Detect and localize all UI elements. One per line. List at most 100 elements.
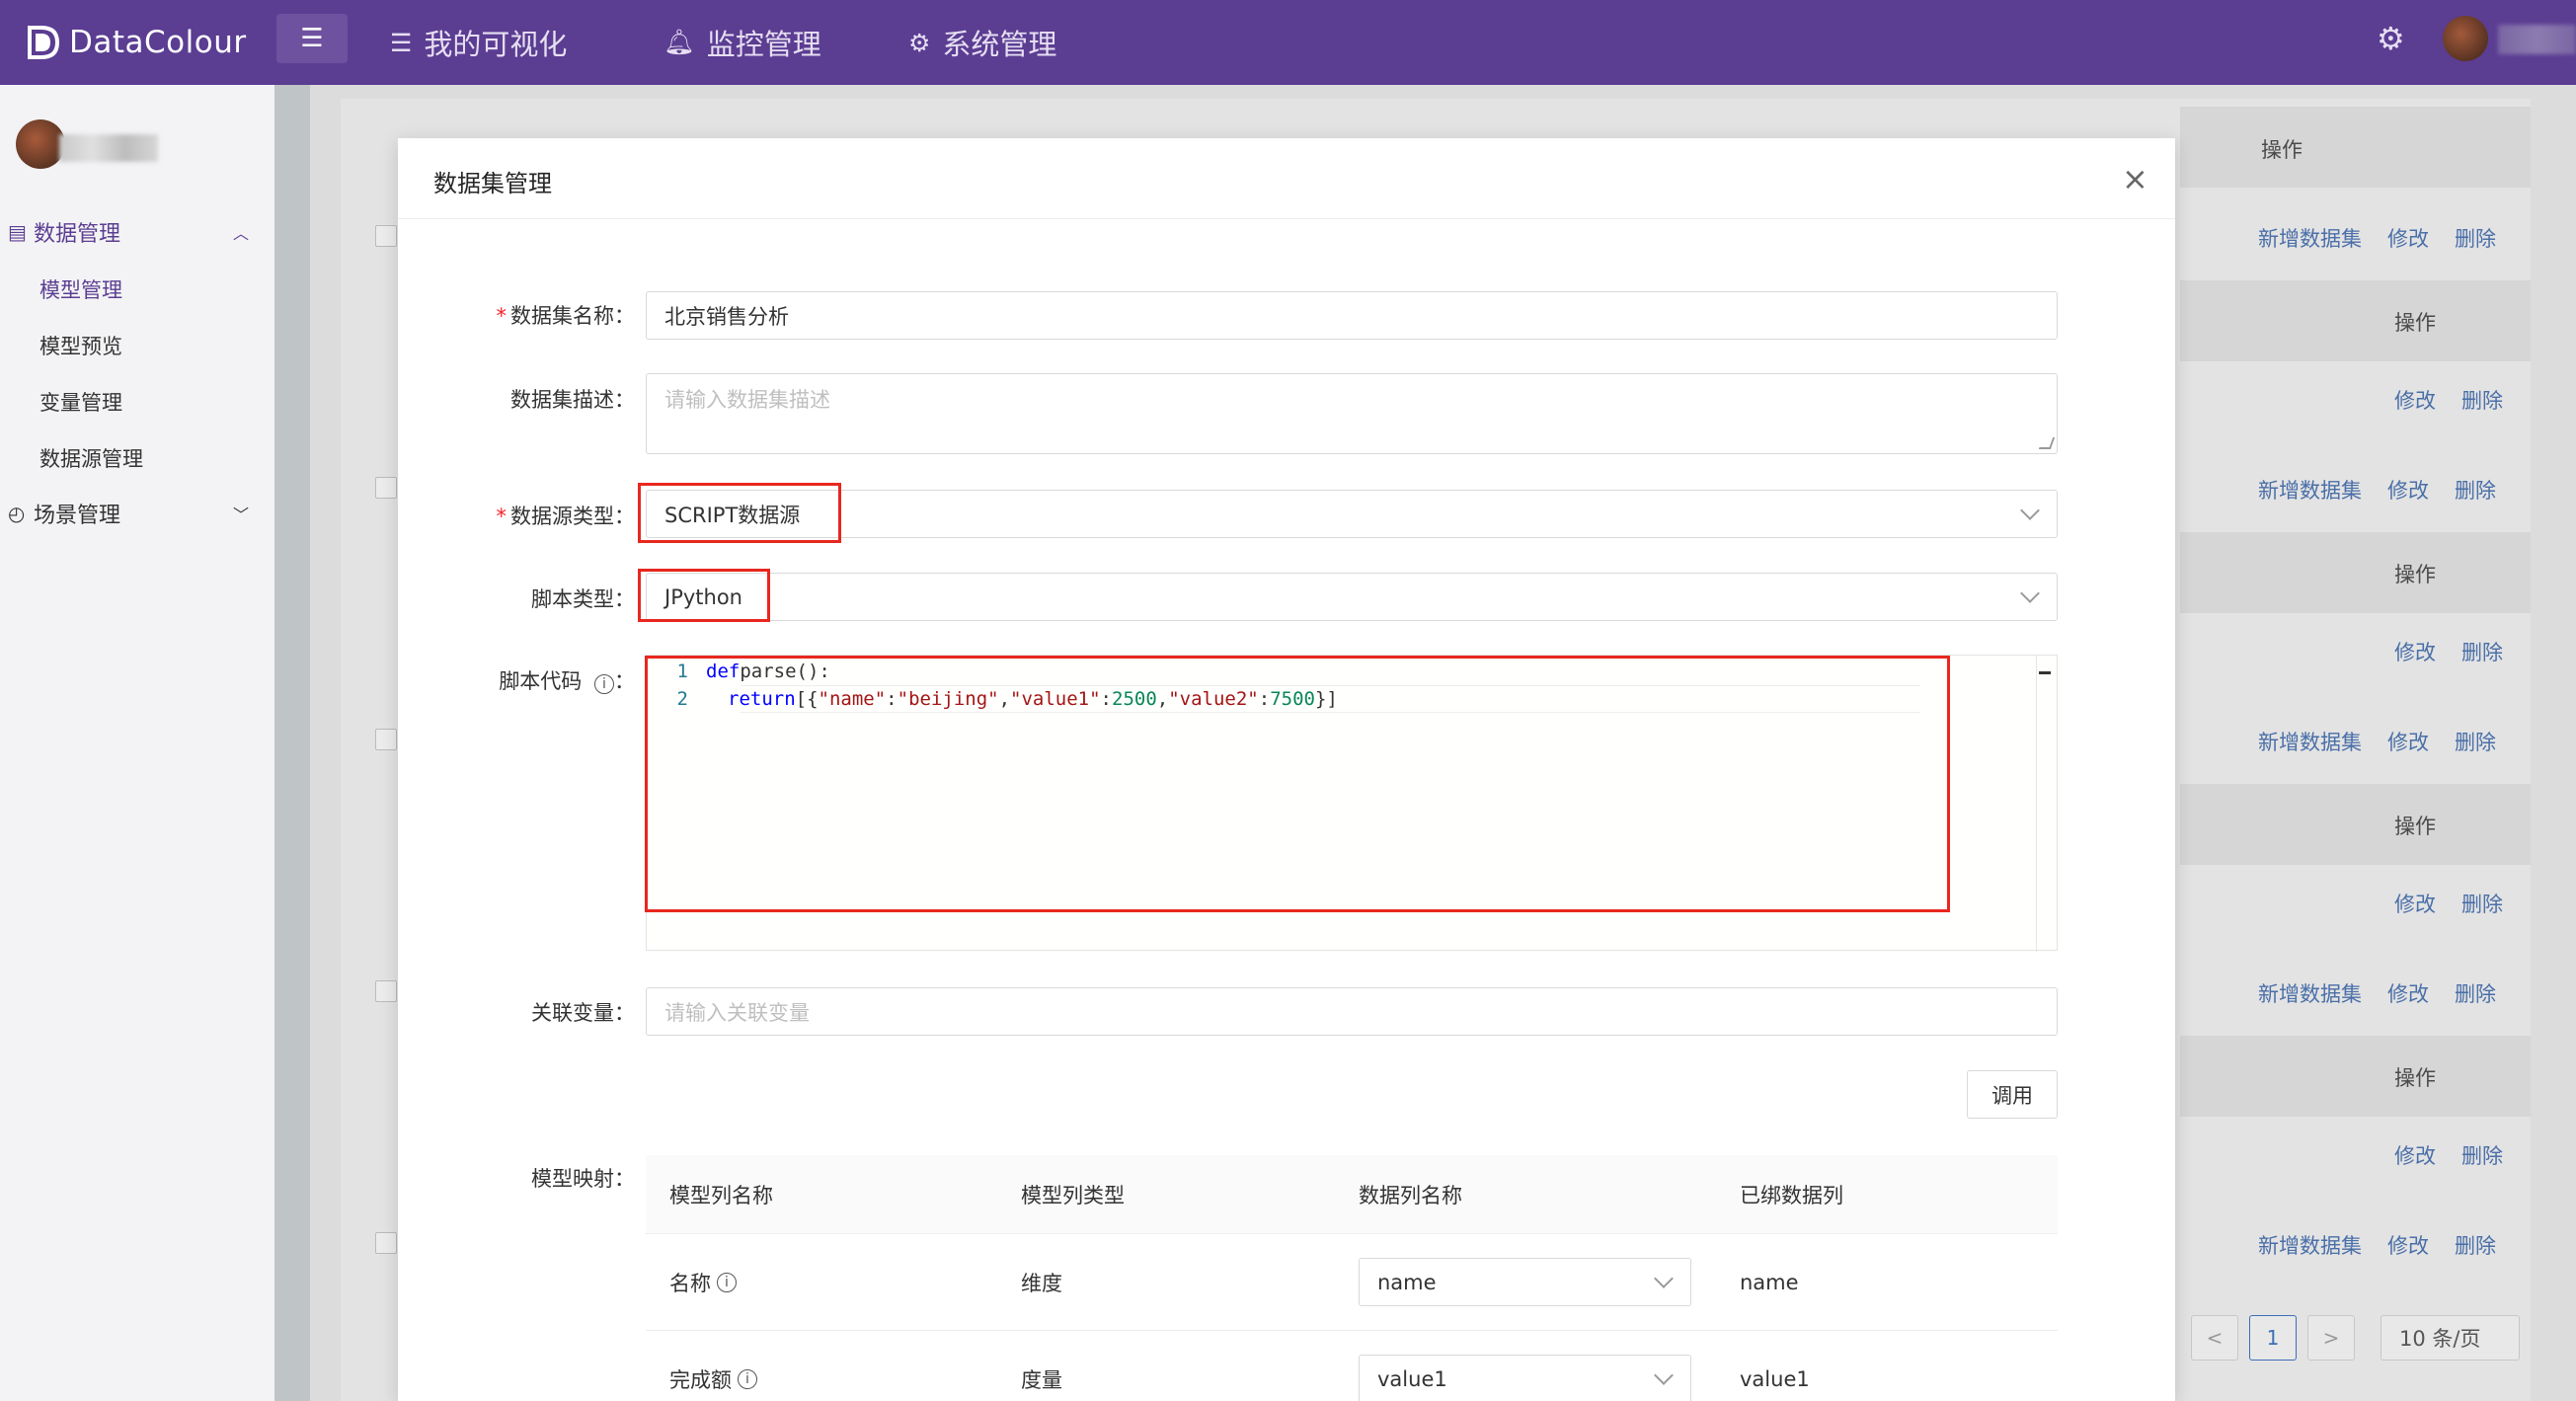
close-icon[interactable]: × <box>2122 160 2148 197</box>
script-type-label: 脚本类型： <box>531 587 635 611</box>
bg-subheader-operation: 操作 <box>2394 1066 2436 1090</box>
bg-delete-link[interactable]: 删除 <box>2461 889 2503 918</box>
logo-text: DataColour <box>69 25 247 60</box>
sidebar-user-redacted <box>59 134 158 162</box>
model-col-type: 维度 <box>1021 1272 1062 1295</box>
chevron-down-icon: ﹀ <box>232 506 249 524</box>
bg-delete-link[interactable]: 删除 <box>2455 223 2496 253</box>
bg-row-checkbox[interactable] <box>375 225 397 247</box>
sidebar-avatar <box>16 119 65 169</box>
source-type-label: * 数据源类型： <box>496 505 636 528</box>
list-icon: ☰ <box>390 28 413 57</box>
settings-gear-icon[interactable]: ⚙ <box>2377 20 2405 57</box>
table-row: 名称 i 维度 name name <box>646 1234 2058 1331</box>
nav-label: 我的可视化 <box>424 28 568 61</box>
sidebar-item-model-management[interactable]: 模型管理 <box>39 274 122 304</box>
data-col-value: name <box>1377 1270 1437 1294</box>
column-header: 已绑数据列 <box>1740 1184 1843 1207</box>
dataset-desc-placeholder: 请输入数据集描述 <box>664 388 830 412</box>
data-col-select[interactable]: name <box>1359 1258 1691 1306</box>
bg-delete-link[interactable]: 删除 <box>2461 637 2503 666</box>
user-name-redacted[interactable] <box>2498 25 2576 54</box>
table-header: 模型列名称 模型列类型 数据列名称 已绑数据列 <box>646 1155 2058 1234</box>
logo-icon <box>28 26 60 59</box>
resize-handle-icon[interactable] <box>2038 437 2056 449</box>
menu-toggle-button[interactable]: ☰ <box>276 14 348 63</box>
database-icon: ▤ <box>8 220 27 244</box>
bg-add-dataset-link[interactable]: 新增数据集 <box>2258 475 2362 505</box>
bound-data-col: value1 <box>1740 1367 1810 1391</box>
info-icon[interactable]: i <box>738 1369 757 1389</box>
pager-next-button[interactable]: > <box>2307 1315 2355 1361</box>
bg-edit-link[interactable]: 修改 <box>2394 385 2436 415</box>
bg-edit-link[interactable]: 修改 <box>2394 889 2436 918</box>
bg-add-dataset-link[interactable]: 新增数据集 <box>2258 223 2362 253</box>
nav-label: 监控管理 <box>706 28 821 61</box>
highlight-box <box>638 569 770 622</box>
data-col-select[interactable]: value1 <box>1359 1355 1691 1401</box>
bg-subtable-header <box>2180 784 2531 865</box>
related-var-input[interactable]: 请输入关联变量 <box>646 987 2058 1036</box>
column-header: 数据列名称 <box>1359 1184 1462 1207</box>
column-header: 模型列类型 <box>1021 1184 1125 1207</box>
data-col-value: value1 <box>1377 1366 1447 1391</box>
sidebar-group-scene-management[interactable]: ◴ 场景管理 ﹀ <box>0 486 274 541</box>
sidebar-item-variable-management[interactable]: 变量管理 <box>39 387 122 417</box>
bg-delete-link[interactable]: 删除 <box>2455 475 2496 505</box>
gear-icon: ⚙ <box>908 28 931 57</box>
pager-size-value: 10 条/页 <box>2399 1327 2481 1351</box>
pager-page-1[interactable]: 1 <box>2249 1315 2297 1361</box>
info-icon[interactable]: i <box>717 1273 737 1292</box>
bg-delete-link[interactable]: 删除 <box>2455 1230 2496 1260</box>
sidebar-group-data-management[interactable]: ▤ 数据管理 ︿ <box>0 204 274 260</box>
model-col-type: 度量 <box>1021 1368 1062 1392</box>
user-avatar[interactable] <box>2443 16 2488 61</box>
info-icon[interactable]: i <box>594 674 614 694</box>
editor-scrollbar[interactable] <box>2036 656 2037 952</box>
bg-edit-link[interactable]: 修改 <box>2387 727 2429 756</box>
bg-edit-link[interactable]: 修改 <box>2387 978 2429 1008</box>
sidebar: ▤ 数据管理 ︿ 模型管理 模型预览 变量管理 数据源管理 ◴ 场景管理 ﹀ <box>0 85 274 1401</box>
chevron-down-icon <box>1654 1269 1674 1288</box>
highlight-box <box>638 483 841 543</box>
bg-edit-link[interactable]: 修改 <box>2387 1230 2429 1260</box>
nav-system[interactable]: ⚙ 系统管理 <box>908 0 1056 85</box>
modal-title: 数据集管理 <box>433 170 552 197</box>
dataset-desc-textarea[interactable]: 请输入数据集描述 <box>646 373 2058 454</box>
script-type-select[interactable]: JPython <box>646 573 2058 621</box>
bg-edit-link[interactable]: 修改 <box>2387 223 2429 253</box>
bg-delete-link[interactable]: 删除 <box>2461 1140 2503 1170</box>
bg-row-checkbox[interactable] <box>375 477 397 499</box>
bg-edit-link[interactable]: 修改 <box>2394 1140 2436 1170</box>
nav-label: 系统管理 <box>942 28 1057 61</box>
bg-edit-link[interactable]: 修改 <box>2387 475 2429 505</box>
pager-size-select[interactable]: 10 条/页 <box>2381 1315 2520 1361</box>
bg-add-dataset-link[interactable]: 新增数据集 <box>2258 978 2362 1008</box>
dataset-management-modal: 数据集管理 × * 数据集名称： 北京销售分析 数据集描述： 请输入数据集描述 *… <box>398 138 2175 1401</box>
model-col-name: 完成额 i <box>669 1331 757 1401</box>
sidebar-item-model-preview[interactable]: 模型预览 <box>39 331 122 360</box>
bg-row-checkbox[interactable] <box>375 980 397 1002</box>
bg-row-checkbox[interactable] <box>375 1232 397 1254</box>
chevron-down-icon <box>2020 584 2040 603</box>
pager-prev-button[interactable]: < <box>2191 1315 2238 1361</box>
nav-monitoring[interactable]: 🔔︎ 监控管理 <box>664 0 821 85</box>
bg-edit-link[interactable]: 修改 <box>2394 637 2436 666</box>
bound-data-col: name <box>1740 1271 1799 1294</box>
app-logo[interactable]: DataColour <box>26 24 247 61</box>
dataset-name-input[interactable]: 北京销售分析 <box>646 291 2058 340</box>
sidebar-item-datasource-management[interactable]: 数据源管理 <box>39 443 143 473</box>
bg-subtable-header <box>2180 280 2531 361</box>
bg-delete-link[interactable]: 删除 <box>2455 727 2496 756</box>
bg-row-checkbox[interactable] <box>375 729 397 750</box>
bg-add-dataset-link[interactable]: 新增数据集 <box>2258 1230 2362 1260</box>
bg-add-dataset-link[interactable]: 新增数据集 <box>2258 727 2362 756</box>
bg-delete-link[interactable]: 删除 <box>2461 385 2503 415</box>
source-type-select[interactable]: SCRIPT数据源 <box>646 490 2058 538</box>
nav-my-visualization[interactable]: ☰ 我的可视化 <box>390 0 567 85</box>
invoke-button[interactable]: 调用 <box>1967 1070 2058 1119</box>
editor-minimap-marker <box>2039 671 2051 674</box>
dashboard-icon: ◴ <box>8 502 26 525</box>
bg-delete-link[interactable]: 删除 <box>2455 978 2496 1008</box>
menu-fold-icon: ☰ <box>300 24 324 53</box>
